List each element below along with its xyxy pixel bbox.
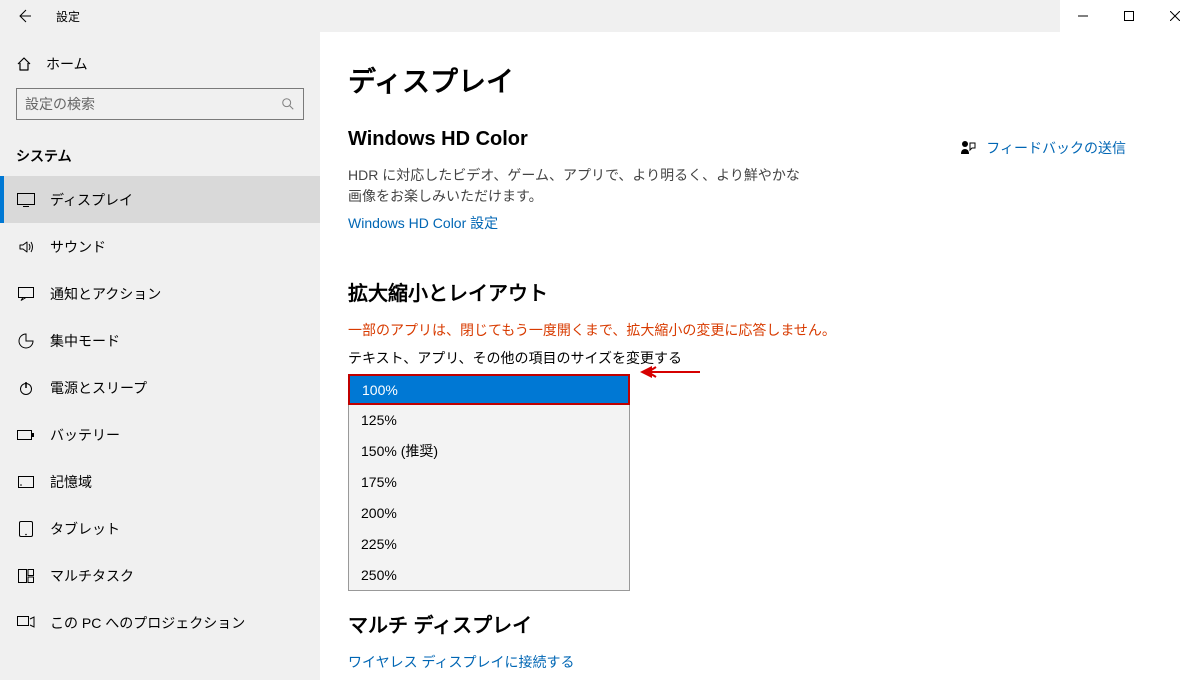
feedback-label: フィードバックの送信 [986, 138, 1126, 158]
feedback-link[interactable]: フィードバックの送信 [960, 138, 1126, 158]
notifications-icon [16, 287, 36, 301]
minimize-icon [1078, 11, 1088, 21]
search-icon [281, 97, 295, 111]
dropdown-option-selected[interactable]: 100% [348, 374, 630, 405]
battery-icon [16, 430, 36, 440]
sidebar-item-label: マルチタスク [50, 566, 134, 586]
sidebar-item-power[interactable]: 電源とスリープ [0, 364, 320, 411]
sidebar-item-multitask[interactable]: マルチタスク [0, 552, 320, 599]
maximize-icon [1124, 11, 1134, 21]
multitask-icon [16, 569, 36, 583]
sidebar-item-label: この PC へのプロジェクション [50, 613, 245, 633]
dropdown-option[interactable]: 200% [349, 497, 629, 528]
sidebar-item-label: ディスプレイ [50, 190, 133, 210]
sidebar-section-label: システム [0, 132, 320, 176]
search-input-wrapper[interactable] [16, 88, 304, 120]
hdcolor-desc: HDR に対応したビデオ、ゲーム、アプリで、より明るく、より鮮やかな画像をお楽し… [348, 165, 808, 207]
hdcolor-link[interactable]: Windows HD Color 設定 [348, 213, 498, 233]
multidisplay-heading: マルチ ディスプレイ [348, 609, 1170, 638]
maximize-button[interactable] [1106, 0, 1152, 32]
dropdown-option[interactable]: 175% [349, 466, 629, 497]
annotation-arrow [640, 366, 700, 378]
close-icon [1170, 11, 1180, 21]
sidebar-item-label: 電源とスリープ [50, 378, 147, 398]
sidebar-item-notifications[interactable]: 通知とアクション [0, 270, 320, 317]
focus-icon [16, 333, 36, 349]
page-title: ディスプレイ [348, 60, 1170, 100]
home-button[interactable]: ホーム [0, 44, 320, 84]
sidebar-item-battery[interactable]: バッテリー [0, 411, 320, 458]
arrow-left-icon [16, 8, 32, 24]
scale-dropdown[interactable]: 100% 125% 150% (推奨) 175% 200% 225% 250% [348, 374, 630, 591]
window-title: 設定 [56, 8, 80, 25]
main-content: フィードバックの送信 ディスプレイ Windows HD Color HDR に… [320, 32, 1198, 680]
dropdown-option[interactable]: 225% [349, 528, 629, 559]
sidebar-item-display[interactable]: ディスプレイ [0, 176, 320, 223]
power-icon [16, 380, 36, 396]
display-icon [16, 193, 36, 207]
scale-heading: 拡大縮小とレイアウト [348, 277, 1170, 306]
minimize-button[interactable] [1060, 0, 1106, 32]
feedback-icon [960, 140, 976, 156]
arrow-left-red-icon [640, 366, 700, 378]
sidebar-item-storage[interactable]: 記憶域 [0, 458, 320, 505]
sidebar: ホーム システム ディスプレイ サウンド [0, 32, 320, 680]
sidebar-item-label: タブレット [50, 519, 120, 539]
storage-icon [16, 476, 36, 488]
scale-warning: 一部のアプリは、閉じてもう一度開くまで、拡大縮小の変更に応答しません。 [348, 320, 1170, 340]
sidebar-item-label: 集中モード [50, 331, 120, 351]
dropdown-option[interactable]: 150% (推奨) [349, 435, 629, 466]
tablet-icon [16, 521, 36, 537]
sidebar-item-label: バッテリー [50, 425, 120, 445]
window-controls [1060, 0, 1198, 32]
dropdown-option[interactable]: 250% [349, 559, 629, 590]
home-label: ホーム [46, 54, 88, 74]
sound-icon [16, 239, 36, 255]
home-icon [16, 56, 32, 72]
titlebar: 設定 [0, 0, 1198, 32]
sidebar-item-label: サウンド [50, 237, 106, 257]
sidebar-item-sound[interactable]: サウンド [0, 223, 320, 270]
back-button[interactable] [0, 0, 48, 32]
sidebar-item-label: 記憶域 [50, 472, 92, 492]
sidebar-item-tablet[interactable]: タブレット [0, 505, 320, 552]
scale-label: テキスト、アプリ、その他の項目のサイズを変更する [348, 348, 1170, 368]
wireless-display-link[interactable]: ワイヤレス ディスプレイに接続する [348, 652, 575, 672]
search-input[interactable] [25, 96, 281, 112]
dropdown-option[interactable]: 125% [349, 404, 629, 435]
close-button[interactable] [1152, 0, 1198, 32]
sidebar-item-label: 通知とアクション [50, 284, 161, 304]
sidebar-item-focus[interactable]: 集中モード [0, 317, 320, 364]
projection-icon [16, 616, 36, 630]
sidebar-item-projection[interactable]: この PC へのプロジェクション [0, 599, 320, 646]
